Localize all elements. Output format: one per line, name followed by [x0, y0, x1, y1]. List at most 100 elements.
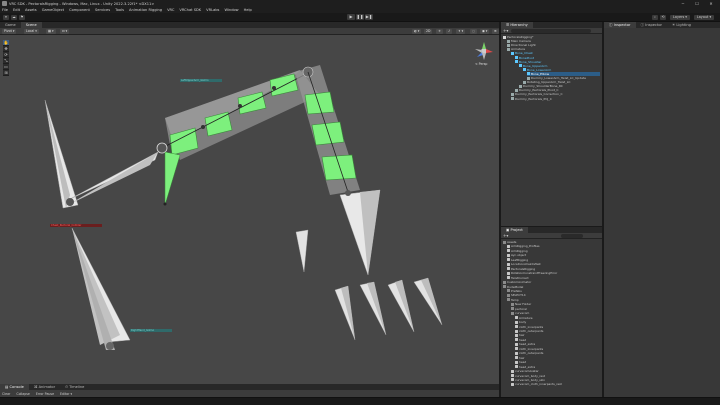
- project-row[interactable]: TwistCorrect: [507, 276, 600, 280]
- project-row[interactable]: head_extra: [515, 342, 600, 346]
- project-row[interactable]: body: [515, 320, 600, 324]
- tab-lighting[interactable]: ☀ Lighting: [667, 22, 696, 28]
- audio-toggle-icon[interactable]: ♪: [446, 29, 453, 34]
- project-row[interactable]: Armature: [515, 316, 600, 320]
- project-search-bar: +▾: [501, 233, 602, 239]
- snap-increment-icon[interactable]: ⊡ ▾: [60, 29, 70, 34]
- project-row[interactable]: pectoral: [511, 307, 600, 311]
- tab-inspector-2-label: Inspector: [645, 23, 663, 27]
- pause-button[interactable]: ❚❚: [356, 14, 364, 20]
- project-row[interactable]: curvecom_cloth_innerpants_rest: [511, 382, 600, 386]
- menu-item-component[interactable]: Component: [69, 8, 90, 12]
- menu-item-vrlabs[interactable]: VRLabs: [206, 8, 219, 12]
- project-row[interactable]: CustomAnimator: [503, 280, 600, 284]
- bone-cone-chest: [67, 151, 159, 201]
- add-icon[interactable]: +▾: [503, 233, 508, 238]
- project-row[interactable]: curvecom: [511, 311, 600, 315]
- project-row[interactable]: Assets: [503, 240, 600, 244]
- persp-label[interactable]: < Persp: [475, 62, 487, 66]
- collapse-button[interactable]: Collapse: [16, 392, 30, 396]
- layers-dropdown[interactable]: Layers ▾: [670, 15, 690, 20]
- menu-item-assets[interactable]: Assets: [25, 8, 37, 12]
- project-row[interactable]: head: [515, 360, 600, 364]
- menu-item-window[interactable]: Window: [224, 8, 238, 12]
- project-row[interactable]: New Folder: [511, 302, 600, 306]
- editor-dropdown[interactable]: Editor ▾: [60, 392, 72, 396]
- error-pause-button[interactable]: Error Pause: [36, 392, 54, 396]
- lighting-toggle-icon[interactable]: ☀: [436, 29, 443, 34]
- project-row[interactable]: curvecom_body_rest: [511, 374, 600, 378]
- project-row[interactable]: PectoralsRigging: [507, 267, 600, 271]
- cloud-icon[interactable]: ☁: [11, 15, 17, 20]
- project-row[interactable]: LeafRigging: [507, 258, 600, 262]
- grid-snap-icon[interactable]: ▦ ▾: [46, 29, 56, 34]
- hierarchy-search-input[interactable]: [511, 29, 591, 33]
- bone-label-chest[interactable]: Chest_Pectoral_Collider: [50, 224, 102, 227]
- 2d-toggle[interactable]: 2D: [424, 29, 433, 34]
- asset-icon: [515, 356, 518, 360]
- clear-button[interactable]: Clear: [2, 392, 10, 396]
- project-row[interactable]: cloth_outerpants: [515, 329, 600, 333]
- project-search-input[interactable]: [561, 234, 583, 238]
- project-row-label: TwistCorrect: [511, 275, 529, 280]
- project-row[interactable]: cloth_innerpants: [515, 347, 600, 351]
- pivot-dropdown[interactable]: Pivot ▾: [2, 29, 17, 34]
- project-row[interactable]: curvecomAvatar: [511, 369, 600, 373]
- project-row[interactable]: LocalConstraintsTest: [507, 262, 600, 266]
- space-dropdown[interactable]: Local ▾: [24, 29, 39, 34]
- close-button[interactable]: ✕: [704, 1, 718, 6]
- history-icon[interactable]: ⟲: [660, 15, 666, 20]
- bone-label-upperarm[interactable]: LeftUpperArm_Gizmo: [180, 79, 222, 82]
- menu-item-animation-rigging[interactable]: Animation Rigging: [129, 8, 162, 12]
- project-row[interactable]: cloth_outerpants: [515, 351, 600, 355]
- project-row-label: Prefabs: [511, 288, 522, 293]
- hidden-objects-icon[interactable]: ◌: [470, 29, 477, 34]
- account-dropdown[interactable]: ▾: [3, 15, 9, 20]
- draw-mode-icon[interactable]: ◐ ▾: [412, 29, 422, 34]
- minimize-button[interactable]: ─: [676, 1, 690, 6]
- menu-item-vrc[interactable]: VRC: [167, 8, 174, 12]
- menu-item-services[interactable]: Services: [95, 8, 110, 12]
- menu-item-gameobject[interactable]: GameObject: [42, 8, 64, 12]
- gizmos-icon[interactable]: ⊕: [492, 29, 499, 34]
- camera-settings-icon[interactable]: ◉ ▾: [480, 29, 490, 34]
- scene-viewport[interactable]: LeftUpperArm_Gizmo Chest_Pectoral_Collid…: [0, 35, 499, 384]
- bone-label-hand[interactable]: RightHand_Gizmo: [130, 329, 172, 332]
- layout-dropdown[interactable]: Layout ▾: [694, 15, 714, 20]
- version-control-icon[interactable]: ⚑: [19, 15, 25, 20]
- project-row[interactable]: RotationConstraintFreezingError: [507, 271, 600, 275]
- project-row[interactable]: SELECT14: [507, 293, 600, 297]
- project-row[interactable]: AimRigging: [507, 249, 600, 253]
- project-row[interactable]: curvecom_body_skin: [511, 378, 600, 382]
- add-icon[interactable]: +▾: [503, 28, 508, 33]
- project-row[interactable]: head: [515, 338, 600, 342]
- bone-axis-line: [161, 71, 311, 149]
- menu-item-edit[interactable]: Edit: [13, 8, 20, 12]
- search-icon[interactable]: ⌕: [652, 15, 658, 20]
- step-button[interactable]: ▶❚: [365, 14, 373, 20]
- project-row[interactable]: Ayn object: [507, 253, 600, 257]
- menu-item-tools[interactable]: Tools: [115, 8, 124, 12]
- project-row-label: Armature: [519, 315, 533, 320]
- project-row[interactable]: DudeModel: [503, 285, 600, 289]
- bone-box-6: [311, 121, 345, 146]
- gameobject-icon: [515, 88, 518, 92]
- project-row[interactable]: Temp: [507, 298, 600, 302]
- project-row[interactable]: hair: [515, 333, 600, 337]
- maximize-button[interactable]: ☐: [690, 1, 704, 6]
- tab-inspector[interactable]: ⓘ Inspector: [604, 22, 636, 28]
- project-row[interactable]: cloth_innerpants: [515, 325, 600, 329]
- project-row[interactable]: Prefabs: [507, 289, 600, 293]
- play-button[interactable]: ▶: [347, 14, 355, 20]
- menu-item-vrchat-sdk[interactable]: VRChat SDK: [179, 8, 201, 12]
- project-row[interactable]: hair: [515, 356, 600, 360]
- asset-icon: [507, 262, 510, 266]
- menu-item-file[interactable]: File: [2, 8, 8, 12]
- tab-inspector-2[interactable]: ⓘ Inspector: [636, 22, 668, 28]
- effects-icon[interactable]: ✦ ▾: [456, 29, 466, 34]
- project-row[interactable]: AimRigging_Profiles: [507, 244, 600, 248]
- menu-item-help[interactable]: Help: [244, 8, 252, 12]
- hierarchy-row[interactable]: Dummy_Pectorals_PCJ_C: [511, 97, 600, 101]
- transform-tool-icon[interactable]: ⊞: [3, 70, 9, 76]
- project-row[interactable]: head_extra: [515, 365, 600, 369]
